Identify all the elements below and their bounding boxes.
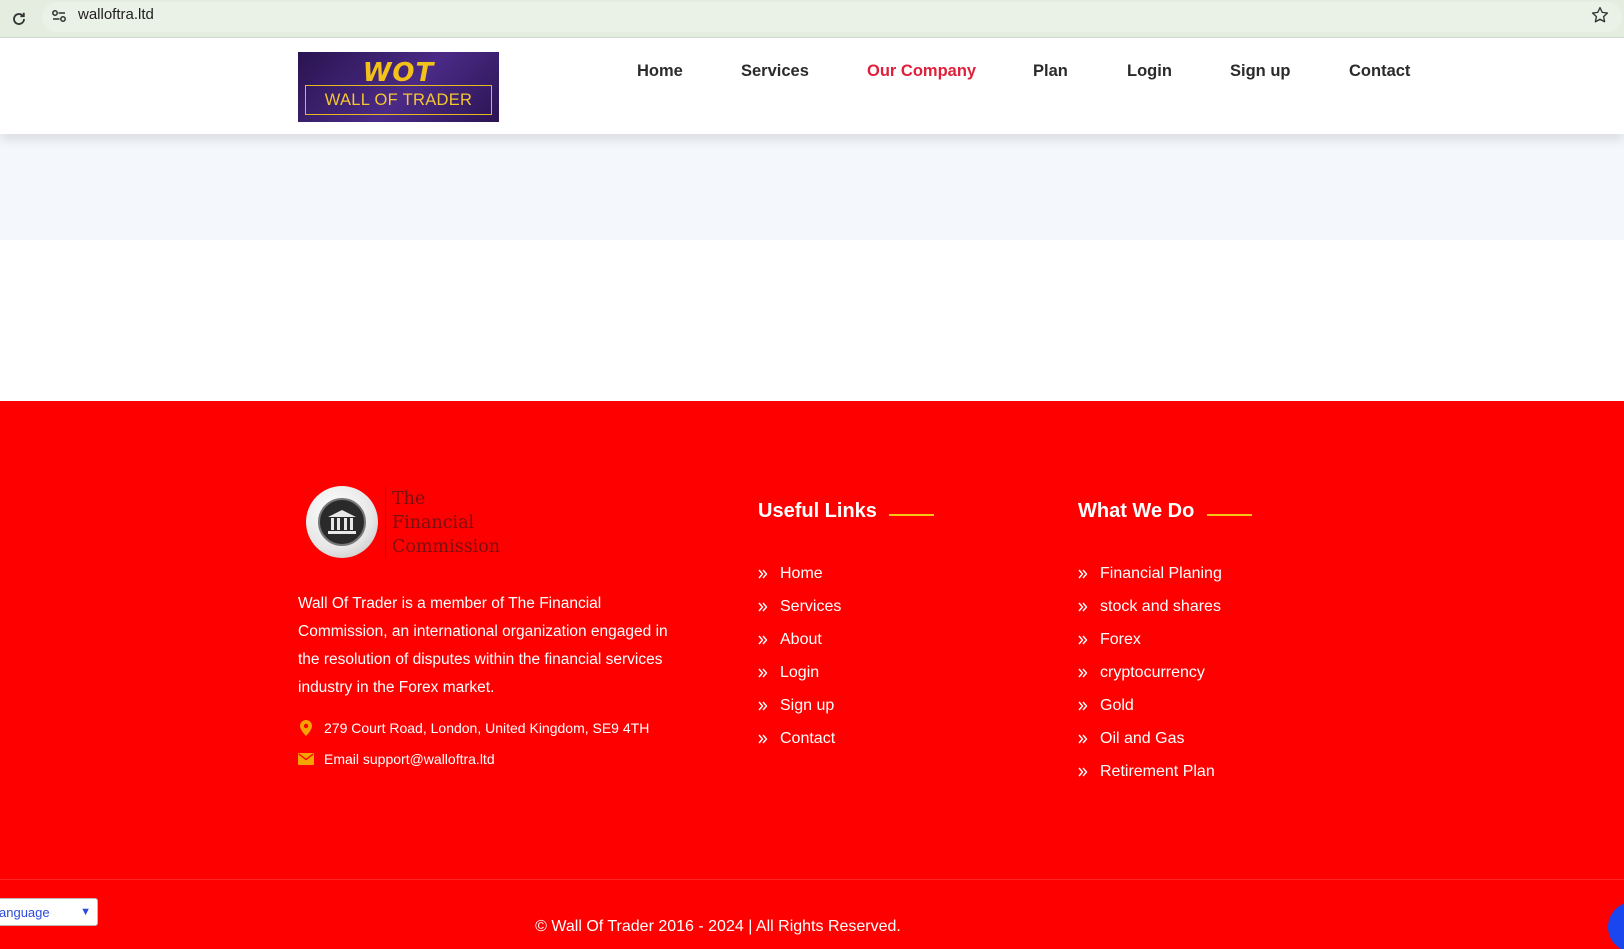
footer-link-label[interactable]: Services [780,598,841,616]
double-chevron-right-icon [1078,635,1100,645]
nav-our-company[interactable]: Our Company [867,62,976,81]
footer-link-item[interactable]: Contact [758,722,841,755]
footer-link-item[interactable]: Home [758,557,841,590]
nav-services[interactable]: Services [741,62,809,81]
email-text[interactable]: Email support@walloftra.ltd [324,751,495,767]
footer-link-label[interactable]: Login [780,664,819,682]
language-select-value: anguage [0,904,50,920]
address-text: 279 Court Road, London, United Kingdom, … [324,720,650,736]
fc-name-line: Financial [392,513,475,533]
useful-links-list: Home Services About Login Sign up Contact [758,557,841,755]
what-we-do-title: What We Do [1078,500,1195,522]
footer-link-label[interactable]: Home [780,565,823,583]
footer-link-item[interactable]: Login [758,656,841,689]
footer-link-label[interactable]: Gold [1100,697,1134,715]
financial-commission-name: The Financial Commission [392,487,500,559]
page-banner [0,134,1624,240]
financial-commission-seal-icon[interactable] [306,486,378,558]
double-chevron-right-icon [758,668,780,678]
double-chevron-right-icon [1078,569,1100,579]
footer-link-item[interactable]: Services [758,590,841,623]
double-chevron-right-icon [758,701,780,711]
address-row: 279 Court Road, London, United Kingdom, … [298,720,649,736]
site-logo[interactable]: WOT WALL OF TRADER [298,52,499,122]
double-chevron-right-icon [1078,767,1100,777]
logo-text: WALL OF TRADER [324,90,473,109]
nav-contact[interactable]: Contact [1349,62,1410,81]
envelope-icon [298,751,314,767]
footer-link-label[interactable]: About [780,631,822,649]
fc-name-line: The [392,489,426,509]
useful-links-underline [889,514,934,516]
about-text: Wall Of Trader is a member of The Financ… [298,595,668,696]
logo-frame: WALL OF TRADER [305,85,492,115]
fc-name-line: Commission [392,537,501,557]
double-chevron-right-icon [758,569,780,579]
footer-link-label[interactable]: Forex [1100,631,1141,649]
what-we-do-underline [1207,514,1252,516]
double-chevron-right-icon [1078,734,1100,744]
language-select[interactable]: anguage ▼ [0,898,98,926]
site-info-icon[interactable] [50,7,68,25]
star-icon[interactable] [1589,4,1611,26]
reload-icon[interactable] [6,6,32,32]
footer-link-item[interactable]: Sign up [758,689,841,722]
double-chevron-right-icon [1078,701,1100,711]
map-pin-icon [298,720,314,736]
what-we-do-list: Financial Planing stock and shares Forex cr… [1078,557,1222,788]
double-chevron-right-icon [758,635,780,645]
footer-link-label[interactable]: Financial Planing [1100,565,1222,583]
footer-link-label[interactable]: stock and shares [1100,598,1221,616]
nav-plan[interactable]: Plan [1033,62,1068,81]
double-chevron-right-icon [758,602,780,612]
browser-toolbar: walloftra.ltd [0,0,1624,38]
useful-links-title: Useful Links [758,500,877,522]
site-footer: The Financial Commission Wall Of Trader … [0,401,1624,949]
footer-link-label[interactable]: Sign up [780,697,834,715]
footer-link-item[interactable]: Oil and Gas [1078,722,1222,755]
chevron-down-icon: ▼ [80,906,91,918]
footer-link-item[interactable]: About [758,623,841,656]
logo-mark: WOT [362,58,435,88]
footer-link-label[interactable]: Contact [780,730,835,748]
address-bar[interactable] [42,2,1622,32]
site-header: WOT WALL OF TRADER Home Services Our Compa… [0,38,1624,134]
footer-link-item[interactable]: Financial Planing [1078,557,1222,590]
url-text[interactable]: walloftra.ltd [78,6,154,23]
footer-link-label[interactable]: Retirement Plan [1100,763,1215,781]
footer-link-item[interactable]: Retirement Plan [1078,755,1222,788]
footer-link-item[interactable]: Gold [1078,689,1222,722]
double-chevron-right-icon [1078,602,1100,612]
footer-divider [0,879,1624,880]
copyright-text: © Wall Of Trader 2016 - 2024 | All Right… [535,918,901,935]
nav-home[interactable]: Home [637,62,683,81]
nav-sign-up[interactable]: Sign up [1230,62,1291,81]
nav-login[interactable]: Login [1127,62,1172,81]
footer-link-label[interactable]: cryptocurrency [1100,664,1205,682]
footer-link-item[interactable]: cryptocurrency [1078,656,1222,689]
footer-link-item[interactable]: stock and shares [1078,590,1222,623]
email-row[interactable]: Email support@walloftra.ltd [298,751,495,767]
double-chevron-right-icon [1078,668,1100,678]
footer-link-item[interactable]: Forex [1078,623,1222,656]
logo-divider [385,487,386,559]
double-chevron-right-icon [758,734,780,744]
footer-link-label[interactable]: Oil and Gas [1100,730,1184,748]
